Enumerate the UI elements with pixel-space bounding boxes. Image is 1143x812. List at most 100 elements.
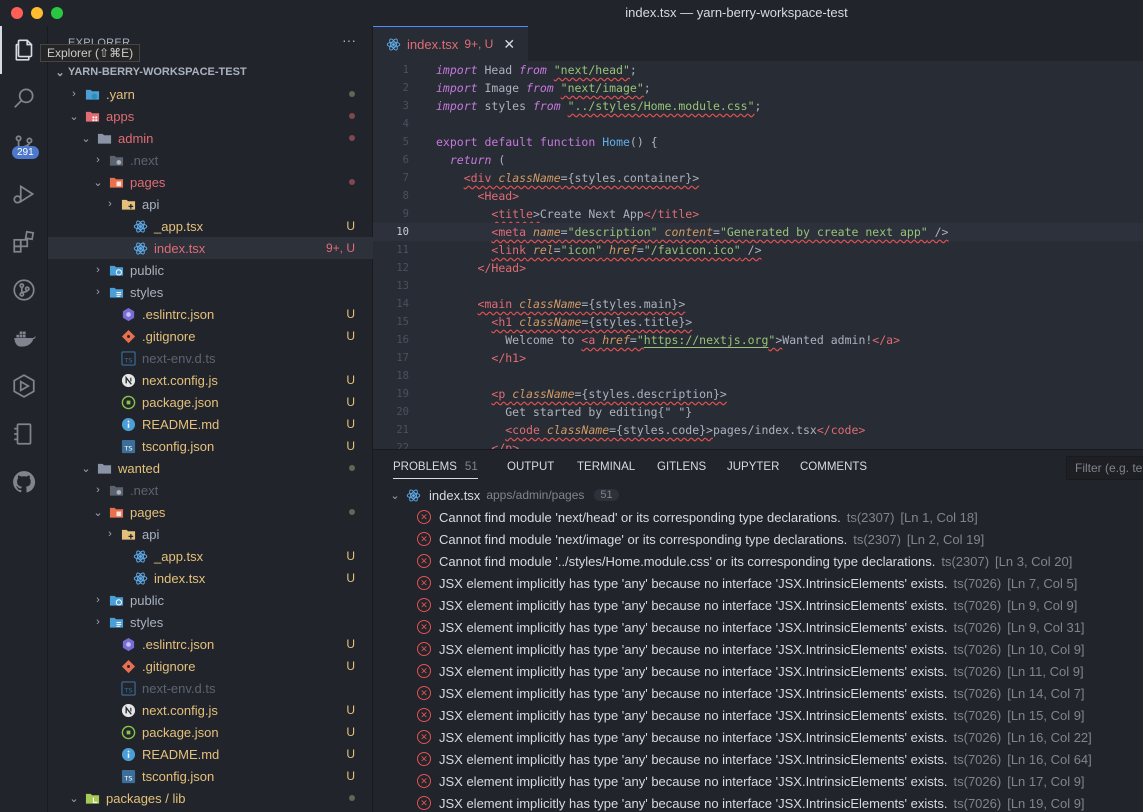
folder-row[interactable]: ⌄ pages [48,501,373,523]
code-text: import Image from "next/image"; [436,81,651,95]
git-status: U [346,637,355,651]
problem-message: JSX element implicitly has type 'any' be… [439,619,948,635]
git-status: U [346,395,355,409]
eslint-icon [120,636,136,652]
problem-row[interactable]: ✕ JSX element implicitly has type 'any' b… [373,594,1143,616]
file-row[interactable]: README.md U [48,413,373,435]
tab-comments[interactable]: COMMENTS [800,461,867,473]
problem-row[interactable]: ✕ JSX element implicitly has type 'any' b… [373,770,1143,792]
error-icon: ✕ [417,642,431,656]
file-row[interactable]: TS tsconfig.json U [48,435,373,457]
problem-row[interactable]: ✕ JSX element implicitly has type 'any' b… [373,616,1143,638]
chevron-down-icon: ⌄ [81,462,91,475]
run-debug-icon[interactable] [0,170,48,218]
folder-row[interactable]: ⌄ apps [48,105,373,127]
extensions-icon[interactable] [0,218,48,266]
file-row[interactable]: .eslintrc.json U [48,303,373,325]
code-line: 12 </Head> [373,259,1143,277]
file-row[interactable]: .gitignore U [48,325,373,347]
folder-row[interactable]: › styles [48,611,373,633]
docker-icon[interactable] [0,314,48,362]
close-icon[interactable]: ✕ [503,36,515,53]
git-status: U [346,725,355,739]
tree-item-label: styles [130,614,164,630]
folder-row[interactable]: › .next [48,149,373,171]
problem-row[interactable]: ✕ JSX element implicitly has type 'any' b… [373,726,1143,748]
tab-jupyter[interactable]: JUPYTER [727,461,779,473]
tab-output[interactable]: OUTPUT [507,461,554,473]
problem-row[interactable]: ✕ JSX element implicitly has type 'any' b… [373,748,1143,770]
problem-row[interactable]: ✕ JSX element implicitly has type 'any' b… [373,638,1143,660]
tree-item-label: next.config.js [142,702,218,718]
chevron-down-icon: ⌄ [93,176,103,189]
problem-row[interactable]: ✕ JSX element implicitly has type 'any' b… [373,660,1143,682]
file-row[interactable]: _app.tsx U [48,545,373,567]
problem-message: JSX element implicitly has type 'any' be… [439,751,948,767]
folder-row[interactable]: › api [48,193,373,215]
code-editor[interactable]: 1 import Head from "next/head"; 2 import Im… [373,61,1143,449]
tree-item-label: README.md [142,746,220,762]
file-row[interactable]: TS next-env.d.ts [48,677,373,699]
folder-icon [96,460,112,476]
file-row[interactable]: README.md U [48,743,373,765]
chevron-right-icon: › [96,616,100,628]
git-graph-icon[interactable] [0,266,48,314]
problem-code: ts(7026) [953,663,1002,679]
folder-row[interactable]: ⌄ pages [48,171,373,193]
error-icon: ✕ [417,510,431,524]
folder-row[interactable]: › styles [48,281,373,303]
tree-item-label: public [130,262,164,278]
tree-item-label: styles [130,284,164,300]
tab-terminal[interactable]: TERMINAL [577,461,635,473]
problems-filter-input[interactable]: Filter (e.g. text [1066,456,1143,480]
problem-location: [Ln 16, Col 64] [1007,751,1092,767]
code-text: </h1> [491,351,527,365]
chevron-down-icon: ⌄ [55,66,65,79]
live-share-icon[interactable] [0,362,48,410]
file-row[interactable]: index.tsx 9+, U [48,237,373,259]
folder-row[interactable]: ⌄ admin [48,127,373,149]
workspace-root[interactable]: ⌄ YARN-BERRY-WORKSPACE-TEST [48,61,373,83]
problem-row[interactable]: ✕ Cannot find module 'next/head' or its c… [373,506,1143,528]
file-row[interactable]: index.tsx U [48,567,373,589]
file-row[interactable]: next.config.js U [48,699,373,721]
problem-row[interactable]: ✕ JSX element implicitly has type 'any' b… [373,792,1143,812]
file-row[interactable]: next.config.js U [48,369,373,391]
problem-code: ts(7026) [953,795,1002,811]
svg-text:TS: TS [123,444,132,452]
file-row[interactable]: TS next-env.d.ts [48,347,373,369]
remote-icon[interactable] [0,410,48,458]
folder-row[interactable]: ⌄ packages / lib [48,787,373,809]
file-row[interactable]: .eslintrc.json U [48,633,373,655]
tree-item-label: .next [130,482,159,498]
folder-row[interactable]: › api [48,523,373,545]
more-actions-icon[interactable]: ··· [342,32,356,48]
file-row[interactable]: _app.tsx U [48,215,373,237]
problems-file-group[interactable]: ⌄ index.tsx apps/admin/pages 51 [373,484,1143,506]
error-icon: ✕ [417,796,431,810]
github-icon[interactable] [0,458,48,506]
folder-row[interactable]: › public [48,589,373,611]
folder-row[interactable]: › public [48,259,373,281]
code-text: Welcome to <a href="https://nextjs.org">… [436,333,900,347]
problem-row[interactable]: ✕ JSX element implicitly has type 'any' b… [373,682,1143,704]
tsconfig-icon: TS [120,768,136,784]
tab-problems[interactable]: PROBLEMS 51 [393,461,478,479]
folder-row[interactable]: ⌄ wanted [48,457,373,479]
problem-row[interactable]: ✕ JSX element implicitly has type 'any' b… [373,704,1143,726]
file-row[interactable]: TS tsconfig.json U [48,765,373,787]
problem-row[interactable]: ✕ JSX element implicitly has type 'any' b… [373,572,1143,594]
file-row[interactable]: package.json U [48,721,373,743]
file-row[interactable]: package.json U [48,391,373,413]
tab-gitlens[interactable]: GITLENS [657,461,706,473]
error-icon: ✕ [417,774,431,788]
file-row[interactable]: .gitignore U [48,655,373,677]
search-icon[interactable] [0,74,48,122]
problem-row[interactable]: ✕ Cannot find module '../styles/Home.modu… [373,550,1143,572]
problem-row[interactable]: ✕ Cannot find module 'next/image' or its … [373,528,1143,550]
line-number: 8 [402,190,409,202]
next-icon [120,702,136,718]
folder-row[interactable]: › .yarn [48,83,373,105]
folder-row[interactable]: › .next [48,479,373,501]
tab-index-tsx[interactable]: index.tsx 9+, U ✕ [373,26,528,61]
